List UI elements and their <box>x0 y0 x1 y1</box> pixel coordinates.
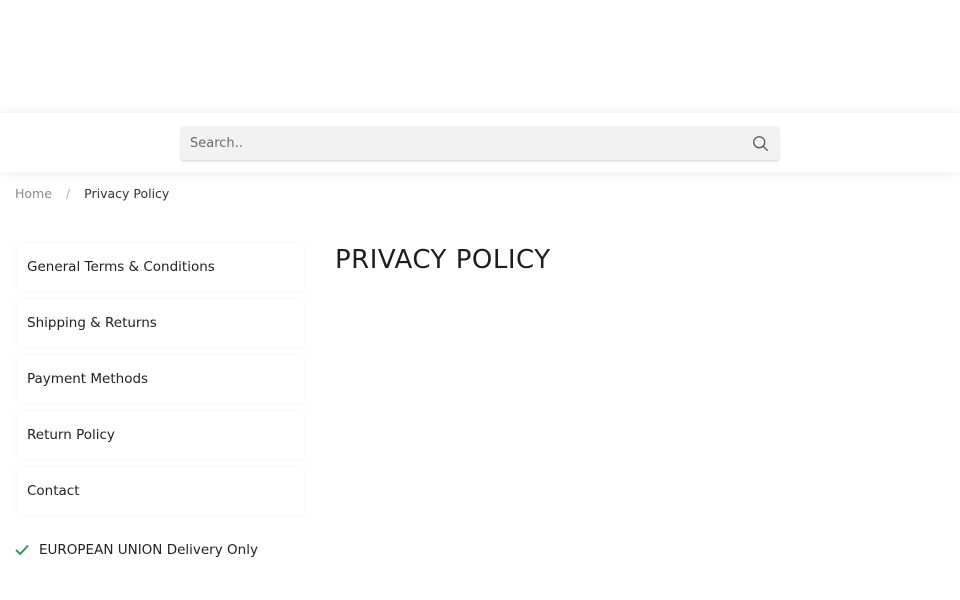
header-top <box>0 0 960 100</box>
sidebar-item-label: Shipping & Returns <box>27 315 157 331</box>
page-title: PRIVACY POLICY <box>335 245 551 275</box>
breadcrumb-home-link[interactable]: Home <box>15 186 52 201</box>
sidebar-item-label: Contact <box>27 483 80 499</box>
search-button[interactable] <box>749 132 771 154</box>
check-icon <box>15 543 29 557</box>
breadcrumb-current: Privacy Policy <box>84 185 170 201</box>
sidebar-item-general-terms[interactable]: General Terms & Conditions <box>17 244 304 290</box>
sidebar-item-contact[interactable]: Contact <box>17 468 304 514</box>
sidebar-item-return-policy[interactable]: Return Policy <box>17 412 304 458</box>
delivery-note-text: EUROPEAN UNION Delivery Only <box>39 542 258 558</box>
search-icon <box>752 135 768 151</box>
search-box <box>181 126 779 160</box>
sidebar-item-payment-methods[interactable]: Payment Methods <box>17 356 304 402</box>
sidebar-item-label: General Terms & Conditions <box>27 259 215 275</box>
delivery-note: EUROPEAN UNION Delivery Only <box>15 540 258 560</box>
breadcrumb: Home / Privacy Policy <box>15 184 169 202</box>
sidebar-item-label: Payment Methods <box>27 371 149 387</box>
search-input[interactable] <box>181 126 741 160</box>
sidebar-item-label: Return Policy <box>27 427 115 443</box>
sidebar-item-shipping-returns[interactable]: Shipping & Returns <box>17 300 304 346</box>
breadcrumb-separator: / <box>65 185 71 201</box>
search-bar <box>0 113 960 172</box>
